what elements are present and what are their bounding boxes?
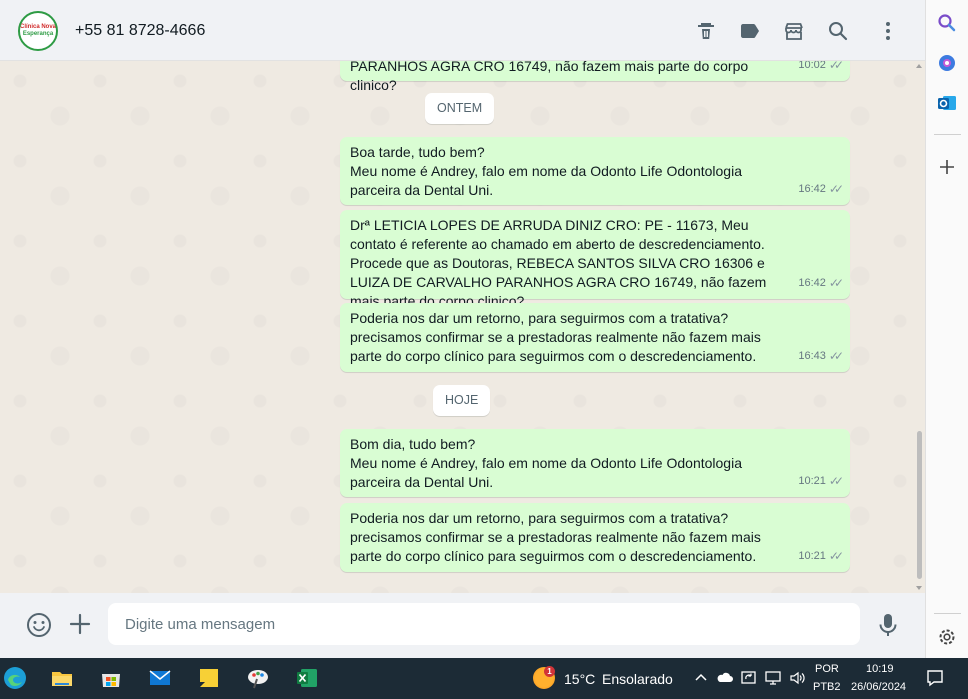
message-text: Poderia nos dar um retorno, para seguirm… bbox=[350, 310, 761, 364]
scrollbar-thumb[interactable] bbox=[917, 431, 922, 579]
plus-icon[interactable] bbox=[936, 156, 958, 178]
message-input[interactable] bbox=[108, 603, 860, 645]
store-icon[interactable] bbox=[96, 663, 126, 693]
clock-time[interactable]: 10:19 bbox=[866, 663, 894, 675]
double-check-icon: ✓✓ bbox=[828, 474, 844, 488]
search-icon[interactable] bbox=[826, 19, 850, 43]
message-bubble[interactable]: PARANHOS AGRA CRO 16749, não fazem mais … bbox=[340, 61, 850, 93]
contact-avatar[interactable]: Clínica Nova Esperança bbox=[18, 11, 58, 51]
message-meta: 16:42 ✓✓ bbox=[798, 180, 844, 199]
mail-icon[interactable] bbox=[145, 663, 175, 693]
label-icon[interactable] bbox=[738, 19, 762, 43]
scroll-up-arrow[interactable] bbox=[916, 64, 922, 68]
cloud-icon[interactable] bbox=[716, 669, 734, 687]
whatsapp-window: Clínica Nova Esperança +55 81 8728-4666 … bbox=[0, 0, 925, 658]
message-time: 16:42 bbox=[798, 277, 826, 289]
edge-icon[interactable] bbox=[0, 663, 30, 693]
message-list[interactable]: PARANHOS AGRA CRO 16749, não fazem mais … bbox=[0, 61, 925, 593]
message-meta: 16:43 ✓✓ bbox=[798, 347, 844, 366]
scroll-down-arrow[interactable] bbox=[916, 586, 922, 590]
store-icon[interactable] bbox=[782, 19, 806, 43]
double-check-icon: ✓✓ bbox=[828, 549, 844, 563]
message-time: 10:21 bbox=[798, 550, 826, 562]
message-time: 16:43 bbox=[798, 350, 826, 362]
contact-name[interactable]: +55 81 8728-4666 bbox=[75, 22, 205, 40]
menu-icon[interactable] bbox=[876, 19, 900, 43]
message-bubble[interactable]: Poderia nos dar um retorno, para seguirm… bbox=[340, 303, 850, 372]
message-meta: 10:21 ✓✓ bbox=[798, 472, 844, 491]
avatar-logo-line2: Esperança bbox=[22, 31, 54, 37]
paint-icon[interactable] bbox=[243, 663, 273, 693]
message-time: 16:42 bbox=[798, 183, 826, 195]
network-icon[interactable] bbox=[764, 669, 782, 687]
message-bubble[interactable]: Boa tarde, tudo bem? Meu nome é Andrey, … bbox=[340, 137, 850, 205]
message-time: 10:02 bbox=[798, 61, 826, 71]
message-bubble[interactable]: Drª LETICIA LOPES DE ARRUDA DINIZ CRO: P… bbox=[340, 210, 850, 309]
double-check-icon: ✓✓ bbox=[828, 349, 844, 363]
sticky-notes-icon[interactable] bbox=[194, 663, 224, 693]
gear-icon[interactable] bbox=[936, 626, 958, 648]
emoji-icon[interactable] bbox=[26, 612, 52, 638]
keyboard-layout[interactable]: PTB2 bbox=[813, 681, 841, 693]
message-text: Bom dia, tudo bem? Meu nome é Andrey, fa… bbox=[350, 436, 742, 490]
message-meta: 10:21 ✓✓ bbox=[798, 547, 844, 566]
side-divider bbox=[934, 613, 961, 614]
sync-icon[interactable] bbox=[740, 669, 758, 687]
avatar-logo-line1: Clínica Nova bbox=[20, 24, 57, 30]
clock-date[interactable]: 26/06/2024 bbox=[851, 681, 906, 693]
message-text: PARANHOS AGRA CRO 16749, não fazem mais … bbox=[350, 61, 749, 93]
file-explorer-icon[interactable] bbox=[47, 663, 77, 693]
message-meta: 16:42 ✓✓ bbox=[798, 274, 844, 293]
search-icon[interactable] bbox=[936, 12, 958, 34]
windows-taskbar: 1 15°C Ensolarado POR PTB2 10:19 26/06/2… bbox=[0, 658, 968, 699]
excel-icon[interactable] bbox=[292, 663, 322, 693]
message-meta: 10:02 ✓✓ bbox=[798, 61, 844, 75]
chevron-up-icon[interactable] bbox=[692, 669, 710, 687]
double-check-icon: ✓✓ bbox=[828, 61, 844, 72]
weather-description[interactable]: Ensolarado bbox=[602, 671, 673, 687]
volume-icon[interactable] bbox=[788, 669, 806, 687]
message-composer bbox=[0, 593, 925, 658]
copilot-icon[interactable] bbox=[936, 52, 958, 74]
message-text: Drª LETICIA LOPES DE ARRUDA DINIZ CRO: P… bbox=[350, 217, 767, 309]
notifications-icon[interactable] bbox=[925, 668, 945, 688]
date-chip-yesterday: ONTEM bbox=[425, 93, 495, 124]
message-bubble[interactable]: Bom dia, tudo bem? Meu nome é Andrey, fa… bbox=[340, 429, 850, 497]
double-check-icon: ✓✓ bbox=[828, 182, 844, 196]
microphone-icon[interactable] bbox=[876, 612, 900, 638]
message-time: 10:21 bbox=[798, 475, 826, 487]
double-check-icon: ✓✓ bbox=[828, 276, 844, 290]
message-bubble[interactable]: Poderia nos dar um retorno, para seguirm… bbox=[340, 503, 850, 572]
message-text: Poderia nos dar um retorno, para seguirm… bbox=[350, 510, 761, 564]
plus-icon[interactable] bbox=[68, 612, 92, 636]
browser-side-panel bbox=[925, 0, 968, 658]
trash-icon[interactable] bbox=[694, 19, 718, 43]
message-text: Boa tarde, tudo bem? Meu nome é Andrey, … bbox=[350, 144, 742, 198]
input-language[interactable]: POR bbox=[815, 663, 839, 675]
side-divider bbox=[934, 134, 961, 135]
date-chip-today: HOJE bbox=[433, 385, 491, 416]
chat-header: Clínica Nova Esperança +55 81 8728-4666 bbox=[0, 0, 925, 61]
notification-badge: 1 bbox=[544, 666, 555, 677]
weather-temperature[interactable]: 15°C bbox=[564, 671, 595, 687]
outlook-icon[interactable] bbox=[936, 92, 958, 114]
